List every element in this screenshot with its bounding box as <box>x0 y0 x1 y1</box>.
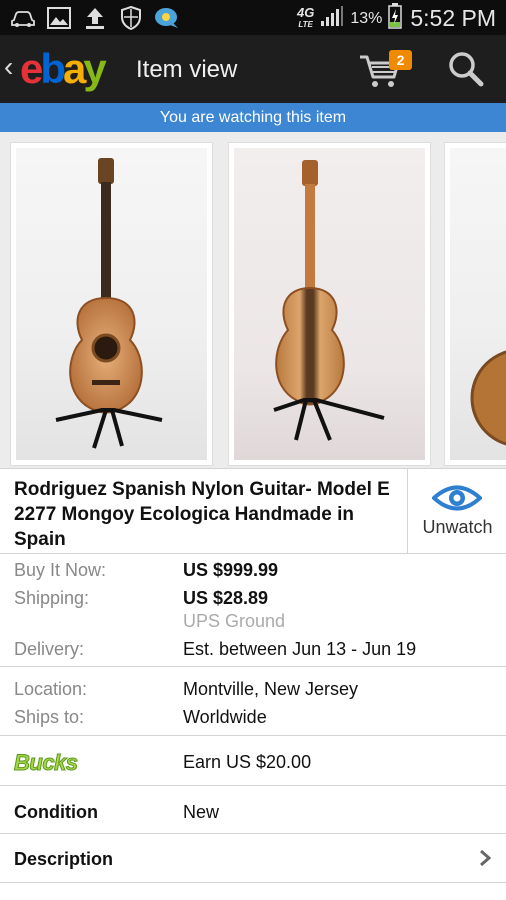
cart-button[interactable]: 2 <box>358 47 412 91</box>
image-gallery[interactable] <box>0 132 506 468</box>
search-button[interactable] <box>446 50 486 90</box>
item-photo-front[interactable] <box>10 142 213 466</box>
ships-to-label: Ships to: <box>14 707 85 727</box>
item-title: Rodriguez Spanish Nylon Guitar- Model E … <box>14 479 390 550</box>
divider <box>0 785 506 786</box>
unwatch-button[interactable]: Unwatch <box>407 469 506 553</box>
battery-charging-icon <box>388 3 403 34</box>
ships-to-value: Worldwide <box>183 707 267 727</box>
screen-title: Item view <box>136 56 238 83</box>
shipping-service: UPS Ground <box>183 611 286 631</box>
item-photo-side[interactable] <box>444 142 506 466</box>
condition-label: Condition <box>14 802 98 822</box>
back-caret-icon[interactable]: ‹ <box>4 53 13 81</box>
action-bar: ‹ ebay Item view 2 <box>0 35 506 103</box>
description-label: Description <box>14 849 114 869</box>
divider <box>0 666 506 667</box>
shipping-price: US $28.89 <box>183 588 269 608</box>
divider <box>0 882 506 883</box>
car-icon <box>10 5 36 31</box>
network-indicator: 4G LTE <box>296 4 315 29</box>
battery-percent: 13% <box>350 9 383 27</box>
description-row[interactable]: Description <box>0 834 506 882</box>
shipping-label: Shipping: <box>14 588 90 608</box>
guitar-side-image <box>470 350 506 446</box>
shield-icon <box>118 5 144 31</box>
item-photo-back[interactable] <box>228 142 431 466</box>
watching-banner: You are watching this item <box>0 103 506 132</box>
clock: 5:52 PM <box>410 5 496 31</box>
delivery-estimate: Est. between Jun 13 - Jun 19 <box>183 639 417 659</box>
ebay-bucks-logo: Bucks <box>14 750 79 776</box>
item-title-section: Rodriguez Spanish Nylon Guitar- Model E … <box>0 468 506 554</box>
chat-bubble-icon <box>154 5 180 31</box>
unwatch-label: Unwatch <box>422 517 493 537</box>
condition-value: New <box>183 802 220 822</box>
guitar-front-image <box>55 158 163 449</box>
delivery-label: Delivery: <box>14 639 85 659</box>
search-icon <box>449 52 484 87</box>
guitar-back-image <box>273 160 385 441</box>
cart-count-badge: 2 <box>389 50 412 70</box>
buy-it-now-price: US $999.99 <box>183 560 279 580</box>
signal-icon <box>320 5 344 32</box>
location-label: Location: <box>14 679 88 699</box>
chevron-right-icon <box>480 850 492 866</box>
upload-icon <box>82 5 108 31</box>
bucks-earn-value: Earn US $20.00 <box>183 752 312 772</box>
divider <box>0 735 506 736</box>
location-value: Montville, New Jersey <box>183 679 359 699</box>
buy-it-now-label: Buy It Now: <box>14 560 107 580</box>
image-icon <box>46 5 72 31</box>
eye-icon <box>432 485 482 511</box>
ebay-logo[interactable]: ebay <box>20 45 107 93</box>
status-bar: 4G LTE 13% 5:52 PM <box>0 0 506 35</box>
